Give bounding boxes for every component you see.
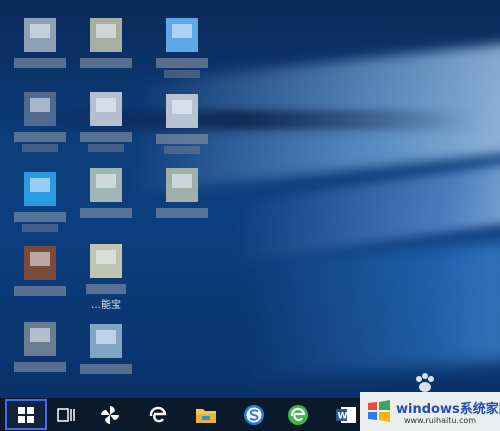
edge-icon xyxy=(149,406,167,422)
wallpaper-light-ray xyxy=(240,158,500,262)
desktop-icon[interactable] xyxy=(74,92,138,160)
app-icon xyxy=(90,168,122,202)
app-icon xyxy=(24,246,56,280)
app-icon xyxy=(24,322,56,356)
windows-flag-logo-icon xyxy=(368,400,390,422)
desktop-icon[interactable] xyxy=(8,18,72,86)
task-view-icon xyxy=(57,407,75,422)
pinwheel-app-button[interactable] xyxy=(90,399,130,430)
icon-label-blur xyxy=(80,208,132,218)
desktop-icon[interactable] xyxy=(8,322,72,390)
app-icon xyxy=(90,244,122,278)
icon-label-blur xyxy=(80,364,132,374)
watermark-title: windows系统家园 xyxy=(396,402,500,417)
file-explorer-button[interactable] xyxy=(186,399,226,430)
icon-label-blur xyxy=(164,146,200,154)
app-icon xyxy=(90,18,122,52)
desktop: …能宝 xyxy=(0,0,500,398)
icon-label-blur xyxy=(80,58,132,68)
word-icon: W xyxy=(336,406,356,423)
desktop-icon[interactable] xyxy=(8,92,72,160)
icon-label-blur xyxy=(22,144,58,152)
desktop-icon[interactable] xyxy=(150,94,214,162)
icon-label-blur xyxy=(156,58,208,68)
icon-label-blur xyxy=(156,134,208,144)
wallpaper-light-ray xyxy=(250,240,500,380)
folder-icon xyxy=(196,408,216,423)
icon-label-blur xyxy=(80,132,132,142)
desktop-icon[interactable]: …能宝 xyxy=(74,244,138,312)
app-icon xyxy=(24,18,56,52)
ie-icon xyxy=(288,404,308,425)
sogou-browser-button[interactable] xyxy=(234,399,274,430)
watermark-url: www.ruihaitu.com xyxy=(404,416,477,425)
app-icon xyxy=(166,168,198,202)
watermark: windows系统家园 www.ruihaitu.com xyxy=(360,392,500,431)
s-icon xyxy=(244,404,264,425)
icon-label-blur xyxy=(14,58,66,68)
icon-label-blur xyxy=(14,362,66,372)
desktop-icon[interactable] xyxy=(74,324,138,392)
icon-label-blur xyxy=(156,208,208,218)
ie-browser-button[interactable] xyxy=(278,399,318,430)
pinwheel-icon xyxy=(101,405,119,424)
task-view-button[interactable] xyxy=(46,399,86,430)
desktop-icon[interactable] xyxy=(150,168,214,236)
app-icon xyxy=(90,324,122,358)
icon-label-blur xyxy=(14,286,66,296)
app-icon xyxy=(24,172,56,206)
app-icon xyxy=(24,92,56,126)
icon-label-blur xyxy=(88,144,124,152)
icon-label-blur xyxy=(86,284,126,294)
icon-label-blur xyxy=(14,132,66,142)
windows-logo-icon xyxy=(18,406,34,423)
icon-label: …能宝 xyxy=(91,300,121,311)
app-icon xyxy=(90,92,122,126)
start-button[interactable] xyxy=(5,399,47,430)
svg-text:W: W xyxy=(338,411,348,421)
desktop-icon[interactable] xyxy=(150,18,214,86)
icon-label-blur xyxy=(164,70,200,78)
icon-label-blur xyxy=(22,224,58,232)
app-icon xyxy=(166,18,198,52)
desktop-icon[interactable] xyxy=(8,172,72,240)
desktop-icon[interactable] xyxy=(74,168,138,236)
desktop-icon[interactable] xyxy=(74,18,138,86)
desktop-icon[interactable] xyxy=(8,246,72,314)
app-icon xyxy=(166,94,198,128)
wallpaper-shadow-band xyxy=(0,110,480,130)
icon-label-blur xyxy=(14,212,66,222)
edge-browser-button[interactable] xyxy=(138,399,178,430)
